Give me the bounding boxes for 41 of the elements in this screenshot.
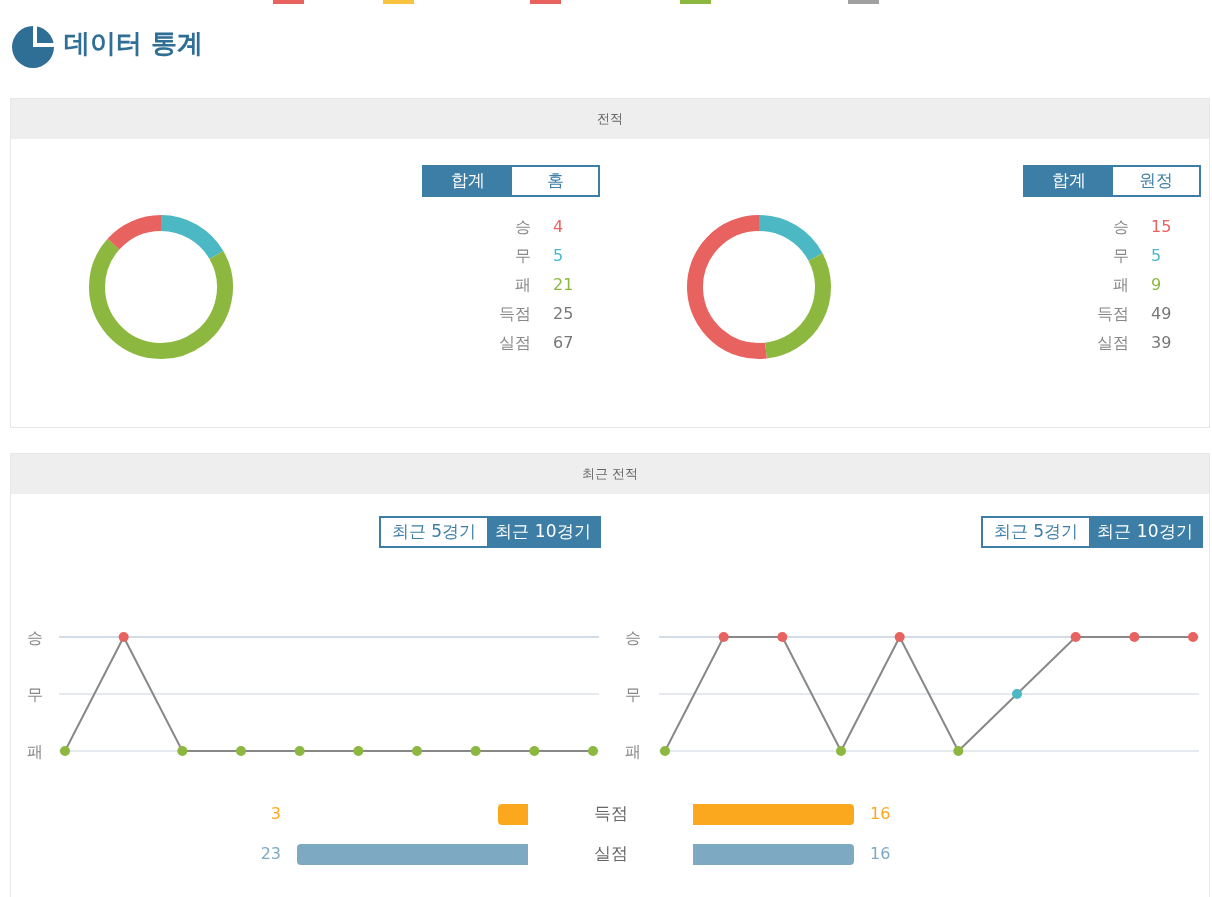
stat-label: 무 <box>1112 245 1129 267</box>
stat-value: 16 <box>870 843 891 865</box>
axis-label: 무 <box>625 685 641 704</box>
tab[interactable]: 합계 <box>1025 167 1113 195</box>
stat-label: 패 <box>1112 274 1129 296</box>
stat-label: 승 <box>514 216 531 238</box>
stat-label: 득점 <box>1096 303 1129 325</box>
stat-label: 실점 <box>498 332 531 354</box>
pie-chart-icon <box>10 24 56 70</box>
stat-value: 3 <box>270 803 281 825</box>
stat-value: 4 <box>552 216 565 238</box>
axis-label: 패 <box>27 742 43 761</box>
section-title: 최근 전적 <box>581 465 639 484</box>
page-title: 데이터 통계 <box>64 28 204 60</box>
stat-value: 16 <box>870 803 891 825</box>
stat-bar <box>497 803 528 825</box>
stat-value: 9 <box>1150 274 1163 296</box>
stat-value: 67 <box>552 332 575 354</box>
stat-label: 실점 <box>1096 332 1129 354</box>
stat-value: 49 <box>1150 303 1173 325</box>
stat-label: 승 <box>1112 216 1129 238</box>
stat-value: 21 <box>552 274 575 296</box>
axis-label: 승 <box>27 628 43 647</box>
axis-label: 패 <box>625 742 641 761</box>
tab[interactable]: 최근 10경기 <box>487 518 599 546</box>
stat-value: 39 <box>1150 332 1173 354</box>
axis-label: 승 <box>625 628 641 647</box>
stat-value: 5 <box>1150 245 1163 267</box>
tab[interactable]: 최근 10경기 <box>1089 518 1201 546</box>
stat-label: 무 <box>514 245 531 267</box>
stat-value: 23 <box>260 843 281 865</box>
stat-label: 패 <box>514 274 531 296</box>
stat-label: 득점 <box>592 802 629 826</box>
stat-value: 25 <box>552 303 575 325</box>
stat-label: 득점 <box>498 303 531 325</box>
stat-label: 실점 <box>592 842 629 866</box>
section-title: 전적 <box>597 110 623 129</box>
stat-value: 15 <box>1150 216 1173 238</box>
axis-label: 무 <box>27 685 43 704</box>
stat-value: 5 <box>552 245 565 267</box>
tab[interactable]: 합계 <box>424 167 512 195</box>
